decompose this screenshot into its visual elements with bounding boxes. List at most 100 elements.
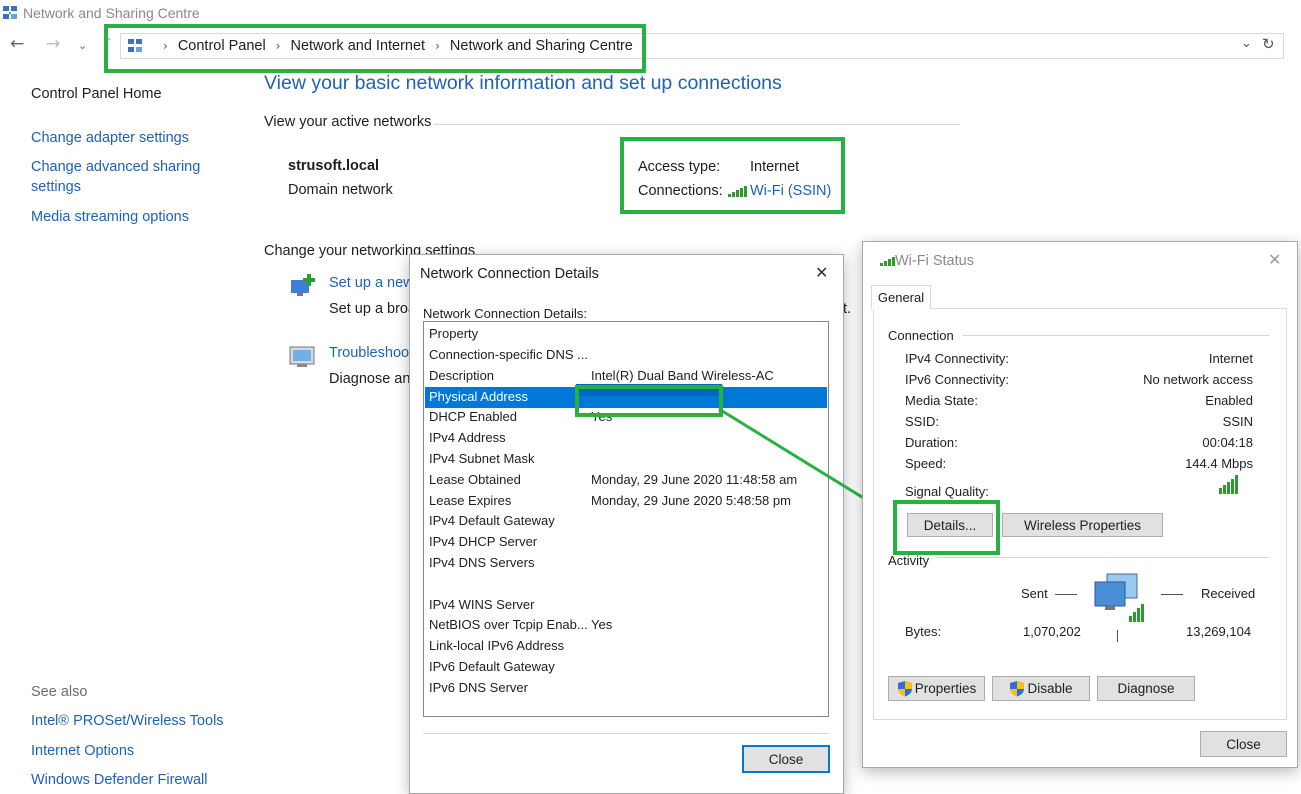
wifi-field-label: Duration: xyxy=(905,435,958,450)
wifi-field-value: Enabled xyxy=(1205,393,1253,408)
details-row-property: NetBIOS over Tcpip Enab... xyxy=(429,617,588,633)
see-also-defender-firewall[interactable]: Windows Defender Firewall xyxy=(31,772,207,788)
setup-connection-link[interactable]: Set up a new xyxy=(329,275,414,291)
recent-dropdown-icon[interactable]: ⌄ xyxy=(78,39,87,52)
details-row[interactable] xyxy=(425,574,827,595)
sidebar-control-panel-home[interactable]: Control Panel Home xyxy=(31,86,162,102)
details-row-property: Lease Obtained xyxy=(429,471,521,487)
wifi-field-label: Speed: xyxy=(905,456,947,471)
close-icon[interactable]: ✕ xyxy=(1268,250,1281,269)
divider xyxy=(937,557,1269,558)
details-row-property: Lease Expires xyxy=(429,492,512,508)
active-networks-header: View your active networks xyxy=(264,114,432,130)
details-row-value: Monday, 29 June 2020 11:48:58 am xyxy=(591,471,798,487)
uac-shield-icon xyxy=(897,681,912,697)
details-row-value: Monday, 29 June 2020 5:48:58 pm xyxy=(591,492,791,508)
details-row[interactable]: IPv6 DNS Server xyxy=(425,678,827,699)
details-row[interactable]: IPv4 Address xyxy=(425,428,827,449)
details-row-property: IPv4 Address xyxy=(429,430,506,446)
activity-group-label: Activity xyxy=(888,553,930,568)
setup-connection-desc: Set up a broa xyxy=(329,301,417,317)
details-row[interactable]: NetBIOS over Tcpip Enab... Yes xyxy=(425,615,827,636)
wifi-signal-icon xyxy=(880,256,895,266)
details-row[interactable]: IPv4 Subnet Mask xyxy=(425,449,827,470)
breadcrumb-highlight xyxy=(104,24,646,73)
wifi-field-value: SSIN xyxy=(1222,414,1253,429)
troubleshoot-desc: Diagnose and xyxy=(329,371,419,387)
forward-arrow-icon[interactable]: → xyxy=(46,34,60,54)
bytes-received: 13,269,104 xyxy=(1186,624,1252,639)
divider xyxy=(963,335,1269,336)
setup-connection-icon xyxy=(291,274,315,296)
property-column-header: Property xyxy=(429,326,479,341)
window-title: Network and Sharing Centre xyxy=(23,5,200,21)
wireless-properties-button[interactable]: Wireless Properties xyxy=(1002,513,1163,537)
tab-general[interactable]: General xyxy=(871,285,931,309)
details-row[interactable]: IPv4 WINS Server xyxy=(425,595,827,616)
details-button-highlight xyxy=(893,500,1000,555)
details-row[interactable]: IPv4 Default Gateway xyxy=(425,511,827,532)
wifi-field-value: 00:04:18 xyxy=(1202,435,1253,450)
signal-strength-bars xyxy=(1219,474,1238,494)
sidebar-change-advanced-sharing-2[interactable]: settings xyxy=(31,179,81,195)
sidebar-media-streaming[interactable]: Media streaming options xyxy=(31,209,189,225)
sidebar-change-advanced-sharing[interactable]: Change advanced sharing xyxy=(31,159,200,175)
tick-line xyxy=(1117,630,1118,642)
details-row[interactable]: Lease Expires Monday, 29 June 2020 5:48:5… xyxy=(425,491,827,512)
bytes-label: Bytes: xyxy=(905,624,942,639)
wifi-field-value: 144.4 Mbps xyxy=(1185,456,1253,471)
sent-line xyxy=(1055,594,1077,595)
details-row-property: Physical Address xyxy=(429,388,528,404)
details-row[interactable]: Link-local IPv6 Address xyxy=(425,636,827,657)
details-row-property: IPv4 DNS Servers xyxy=(429,555,535,570)
disable-button[interactable]: Disable xyxy=(992,676,1090,701)
network-type: Domain network xyxy=(288,182,393,198)
details-row[interactable]: Lease Obtained Monday, 29 June 2020 11:48… xyxy=(425,470,827,491)
address-dropdown-icon[interactable]: ⌄ xyxy=(1241,36,1252,51)
physical-address-highlight xyxy=(575,385,723,417)
sent-label: Sent xyxy=(1021,586,1048,601)
details-close-button[interactable]: Close xyxy=(742,745,830,773)
network-computers-icon xyxy=(1094,573,1144,622)
see-also-internet-options[interactable]: Internet Options xyxy=(31,743,134,759)
details-row-property: Link-local IPv6 Address xyxy=(429,638,565,654)
details-row[interactable]: IPv4 DNS Servers xyxy=(425,553,827,574)
sidebar-change-adapter[interactable]: Change adapter settings xyxy=(31,130,189,146)
details-row[interactable]: Connection-specific DNS ... xyxy=(425,345,827,366)
details-list-header[interactable]: Property xyxy=(425,324,827,345)
details-row-property: IPv4 Default Gateway xyxy=(429,513,555,529)
wifi-field-value: Internet xyxy=(1208,351,1253,366)
page-title: View your basic network information and … xyxy=(264,72,782,94)
network-centre-icon xyxy=(3,6,17,19)
wifi-field-label: Media State: xyxy=(905,393,978,408)
disable-button-label: Disable xyxy=(1027,681,1073,696)
details-row-property: DHCP Enabled xyxy=(429,409,517,425)
see-also-intel-proset[interactable]: Intel® PROSet/Wireless Tools xyxy=(31,713,224,729)
details-row-property: IPv4 Subnet Mask xyxy=(429,451,535,466)
details-row-property: Connection-specific DNS ... xyxy=(429,347,588,362)
access-highlight xyxy=(620,137,845,214)
diagnose-button[interactable]: Diagnose xyxy=(1097,676,1195,701)
received-label: Received xyxy=(1201,586,1256,601)
bytes-sent: 1,070,202 xyxy=(1023,624,1081,639)
wifi-close-button[interactable]: Close xyxy=(1200,731,1287,757)
troubleshoot-link[interactable]: Troubleshoot xyxy=(329,345,413,361)
refresh-icon[interactable]: ↻ xyxy=(1262,35,1275,53)
see-also-title: See also xyxy=(31,684,88,700)
wifi-dialog-title: Wi-Fi Status xyxy=(895,253,974,269)
setup-connection-desc-tail: t. xyxy=(843,301,852,317)
uac-shield-icon xyxy=(1010,681,1025,697)
details-row-property: IPv6 Default Gateway xyxy=(429,659,555,674)
title-bar: Network and Sharing Centre xyxy=(0,0,1301,26)
details-row-value: Intel(R) Dual Band Wireless-AC xyxy=(591,367,774,383)
details-list[interactable]: Property Connection-specific DNS ... Desc… xyxy=(423,321,829,717)
details-row-property: Description xyxy=(429,367,495,383)
details-dialog-title: Network Connection Details xyxy=(420,266,599,282)
details-list-caption: Network Connection Details: xyxy=(423,306,588,321)
close-icon[interactable]: ✕ xyxy=(815,263,828,282)
back-arrow-icon[interactable]: ← xyxy=(10,34,24,54)
details-row[interactable]: IPv6 Default Gateway xyxy=(425,657,827,678)
properties-button[interactable]: Properties xyxy=(888,676,985,701)
details-row[interactable]: IPv4 DHCP Server xyxy=(425,532,827,553)
details-row-property: IPv4 WINS Server xyxy=(429,596,535,612)
